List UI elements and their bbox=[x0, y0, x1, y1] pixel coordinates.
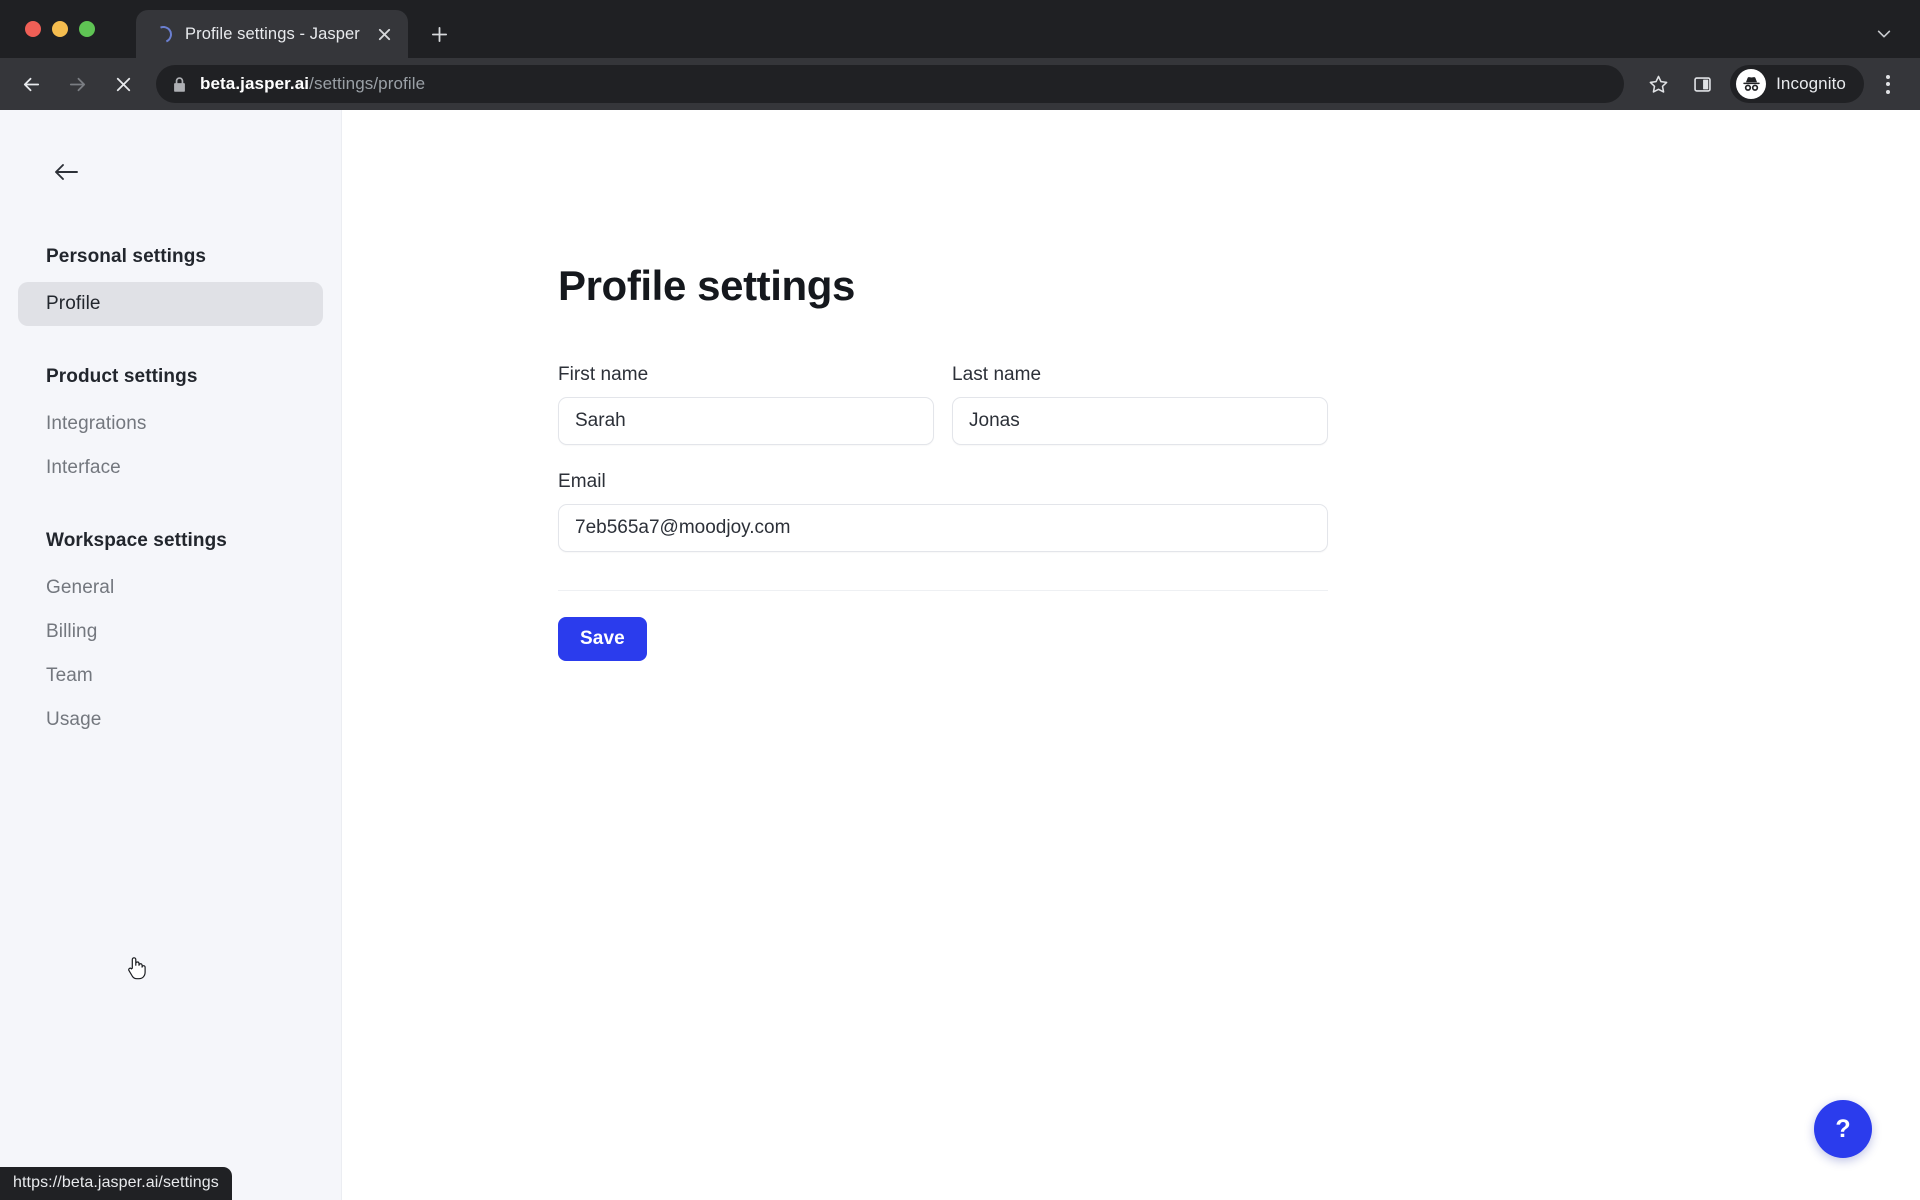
minimize-window-button[interactable] bbox=[52, 21, 68, 37]
address-bar[interactable]: beta.jasper.ai/settings/profile bbox=[156, 65, 1625, 103]
email-label: Email bbox=[558, 471, 606, 492]
incognito-avatar-icon bbox=[1736, 69, 1767, 99]
last-name-label: Last name bbox=[952, 364, 1042, 385]
nav-group-product-settings: Product settings Integrations Interface bbox=[18, 366, 323, 490]
status-bar-url: https://beta.jasper.ai/settings bbox=[0, 1167, 232, 1200]
back-arrow-icon[interactable] bbox=[10, 63, 52, 105]
settings-sidebar: Personal settings Profile Product settin… bbox=[0, 110, 342, 1200]
email-input[interactable] bbox=[558, 504, 1328, 552]
stop-loading-icon[interactable] bbox=[102, 63, 144, 105]
email-field-group: Email bbox=[558, 471, 1328, 552]
nav-heading-personal-settings: Personal settings bbox=[46, 246, 207, 267]
name-fields-row: First name Last name bbox=[558, 364, 1328, 445]
first-name-label: First name bbox=[558, 364, 649, 385]
last-name-field-group: Last name bbox=[952, 364, 1328, 445]
plus-icon[interactable] bbox=[422, 16, 458, 52]
url-path: /settings/profile bbox=[309, 74, 426, 93]
page-viewport: Personal settings Profile Product settin… bbox=[0, 110, 1920, 1200]
sidebar-item-team[interactable]: Team bbox=[18, 654, 323, 698]
save-button[interactable]: Save bbox=[558, 617, 647, 661]
three-dot-menu-icon[interactable] bbox=[1870, 64, 1906, 104]
sidebar-item-integrations[interactable]: Integrations bbox=[18, 402, 323, 446]
mouse-cursor-pointer-icon bbox=[124, 955, 148, 981]
last-name-input[interactable] bbox=[952, 397, 1328, 445]
sidebar-item-interface[interactable]: Interface bbox=[18, 446, 323, 490]
star-icon[interactable] bbox=[1638, 64, 1678, 104]
close-icon[interactable] bbox=[372, 21, 398, 47]
profile-chip[interactable]: Incognito bbox=[1730, 65, 1864, 103]
browser-toolbar: beta.jasper.ai/settings/profile Incognit… bbox=[0, 58, 1920, 110]
sidebar-item-general[interactable]: General bbox=[18, 566, 323, 610]
sidebar-item-billing[interactable]: Billing bbox=[18, 610, 323, 654]
nav-group-workspace-settings: Workspace settings General Billing Team … bbox=[18, 530, 323, 742]
nav-heading-workspace-settings: Workspace settings bbox=[46, 530, 227, 551]
chevron-down-icon[interactable] bbox=[1866, 16, 1902, 52]
sidebar-item-profile[interactable]: Profile bbox=[18, 282, 323, 326]
main-content: Profile settings First name Last name Em… bbox=[342, 110, 1920, 1200]
forward-arrow-icon[interactable] bbox=[56, 63, 98, 105]
page-title: Profile settings bbox=[558, 262, 855, 309]
browser-window: Profile settings - Jasper beta.jasper.ai… bbox=[0, 0, 1920, 1200]
form-divider bbox=[558, 590, 1328, 591]
tab-strip: Profile settings - Jasper bbox=[0, 0, 1920, 58]
sidebar-item-usage[interactable]: Usage bbox=[18, 698, 323, 742]
help-button[interactable]: ? bbox=[1814, 1100, 1872, 1158]
side-panel-icon[interactable] bbox=[1682, 64, 1722, 104]
nav-group-personal-settings: Personal settings Profile bbox=[18, 246, 323, 326]
first-name-field-group: First name bbox=[558, 364, 934, 445]
url-text: beta.jasper.ai/settings/profile bbox=[200, 74, 425, 94]
tab-title: Profile settings - Jasper bbox=[185, 24, 360, 43]
nav-heading-product-settings: Product settings bbox=[46, 366, 198, 387]
back-arrow-icon[interactable] bbox=[46, 152, 86, 192]
lock-icon bbox=[172, 76, 187, 93]
profile-label: Incognito bbox=[1776, 74, 1846, 93]
settings-form-container: Profile settings First name Last name Em… bbox=[558, 110, 1328, 661]
maximize-window-button[interactable] bbox=[79, 21, 95, 37]
window-controls bbox=[25, 21, 95, 37]
first-name-input[interactable] bbox=[558, 397, 934, 445]
browser-tab[interactable]: Profile settings - Jasper bbox=[136, 10, 408, 58]
close-window-button[interactable] bbox=[25, 21, 41, 37]
loading-spinner-icon bbox=[152, 22, 175, 46]
url-host: beta.jasper.ai bbox=[200, 74, 310, 93]
